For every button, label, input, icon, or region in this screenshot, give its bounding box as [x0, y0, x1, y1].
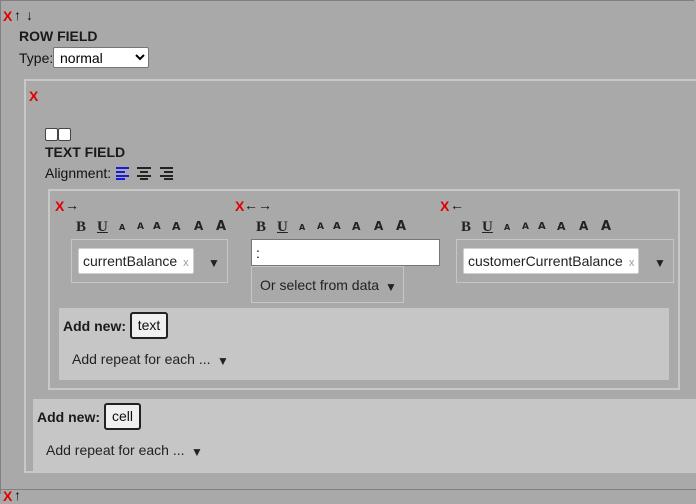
chip-label: currentBalance: [83, 253, 178, 269]
checkbox-2[interactable]: [58, 128, 71, 141]
font-size-3-button[interactable]: A: [333, 221, 341, 232]
checkbox-1[interactable]: [45, 128, 58, 141]
font-size-2-button[interactable]: A: [522, 222, 529, 232]
chip-remove-button[interactable]: x: [629, 257, 635, 269]
type-select[interactable]: normal: [53, 47, 149, 68]
chevron-down-icon: ▼: [191, 445, 203, 459]
outer-add-new-label: Add new:: [37, 409, 100, 425]
chevron-down-icon: ▼: [217, 354, 229, 368]
bold-button[interactable]: B: [256, 219, 266, 236]
row-divider: [0, 489, 696, 490]
font-size-5-button[interactable]: A: [579, 219, 588, 233]
font-size-3-button[interactable]: A: [153, 221, 161, 232]
chevron-down-icon[interactable]: ▼: [208, 256, 220, 270]
chip-remove-button[interactable]: x: [183, 257, 189, 269]
remove-cell-3-button[interactable]: X: [440, 199, 449, 213]
font-size-4-button[interactable]: A: [172, 220, 181, 233]
align-left-icon[interactable]: [116, 166, 130, 180]
chip-customer-current-balance: customerCurrentBalance x: [463, 248, 640, 274]
arrow-up-icon[interactable]: ↑: [14, 488, 21, 502]
remove-next-row-button[interactable]: X: [3, 489, 12, 503]
font-size-6-button[interactable]: A: [216, 219, 226, 234]
arrow-left-icon[interactable]: ←: [244, 198, 258, 212]
font-size-3-button[interactable]: A: [538, 221, 546, 232]
add-cell-button[interactable]: cell: [104, 403, 141, 430]
row-field-title: ROW FIELD: [19, 28, 98, 44]
arrow-up-icon[interactable]: ↑: [14, 8, 21, 22]
arrow-down-icon[interactable]: ↓: [26, 8, 33, 22]
chip-current-balance: currentBalance x: [78, 248, 194, 274]
font-size-4-button[interactable]: A: [352, 220, 361, 233]
font-size-1-button[interactable]: A: [119, 223, 125, 232]
text-field-title: TEXT FIELD: [45, 144, 126, 160]
inner-add-new-label: Add new:: [63, 318, 126, 334]
type-label: Type:: [19, 50, 54, 66]
underline-button[interactable]: U: [97, 219, 108, 236]
bold-button[interactable]: B: [461, 219, 471, 236]
font-size-6-button[interactable]: A: [601, 219, 611, 234]
arrow-right-icon[interactable]: →: [258, 198, 272, 212]
chip-label: customerCurrentBalance: [468, 253, 623, 269]
chevron-down-icon: ▼: [385, 280, 397, 294]
font-size-1-button[interactable]: A: [504, 223, 510, 232]
cell-2-text-input[interactable]: [251, 239, 440, 266]
align-center-icon[interactable]: [137, 166, 151, 180]
font-size-2-button[interactable]: A: [137, 222, 144, 232]
font-size-2-button[interactable]: A: [317, 222, 324, 232]
remove-text-field-button[interactable]: X: [29, 89, 38, 103]
inner-add-repeat-label: Add repeat for each ...: [72, 351, 211, 367]
font-size-4-button[interactable]: A: [557, 220, 566, 233]
add-text-button[interactable]: text: [130, 312, 168, 339]
font-size-5-button[interactable]: A: [374, 219, 383, 233]
font-size-5-button[interactable]: A: [194, 219, 203, 233]
underline-button[interactable]: U: [482, 219, 493, 236]
bold-button[interactable]: B: [76, 219, 86, 236]
arrow-left-icon[interactable]: ←: [450, 198, 464, 212]
font-size-6-button[interactable]: A: [396, 219, 406, 234]
or-select-from-data-button[interactable]: Or select from data ▼: [251, 266, 404, 303]
remove-cell-1-button[interactable]: X: [55, 199, 64, 213]
underline-button[interactable]: U: [277, 219, 288, 236]
outer-add-repeat-button[interactable]: Add repeat for each ... ▼: [37, 430, 209, 468]
outer-add-repeat-label: Add repeat for each ...: [46, 442, 185, 458]
remove-cell-2-button[interactable]: X: [235, 199, 244, 213]
or-select-label: Or select from data: [260, 277, 380, 293]
align-right-icon[interactable]: [159, 166, 173, 180]
remove-row-field-button[interactable]: X: [3, 9, 12, 23]
alignment-label: Alignment:: [45, 165, 112, 181]
inner-add-repeat-button[interactable]: Add repeat for each ... ▼: [63, 339, 235, 377]
font-size-1-button[interactable]: A: [299, 223, 305, 232]
arrow-right-icon[interactable]: →: [65, 198, 79, 212]
chevron-down-icon[interactable]: ▼: [654, 256, 666, 270]
